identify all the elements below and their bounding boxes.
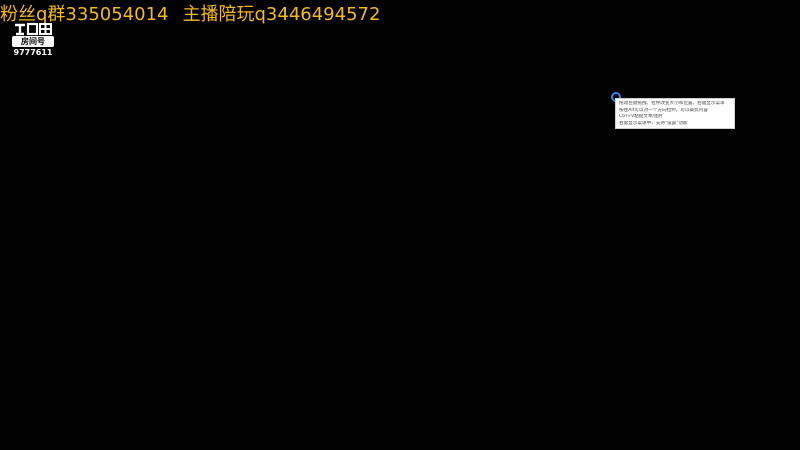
room-id-text: 9777611 <box>13 48 53 57</box>
stream-canvas: 粉丝q群335054014 主播陪玩q3446494572 房间号 9777611… <box>0 0 800 450</box>
help-tooltip: 拖动左键拖拽，拉伸改变大小和位置。右键显示菜单 按住Alt可以对一个方向拉伸，可… <box>615 98 735 129</box>
companion-contact-text: 主播陪玩q3446494572 <box>182 4 381 25</box>
tooltip-line: 拖动左键拖拽，拉伸改变大小和位置。右键显示菜单 <box>619 101 725 106</box>
streamer-banner: 粉丝q群335054014 主播陪玩q3446494572 <box>0 2 380 28</box>
platform-logo: 房间号 9777611 <box>10 22 56 58</box>
room-number-badge: 房间号 <box>12 36 54 47</box>
tooltip-line: 右键显示菜单中，支持"设置"功能 <box>619 120 688 126</box>
douyu-logo-icon <box>15 22 52 36</box>
